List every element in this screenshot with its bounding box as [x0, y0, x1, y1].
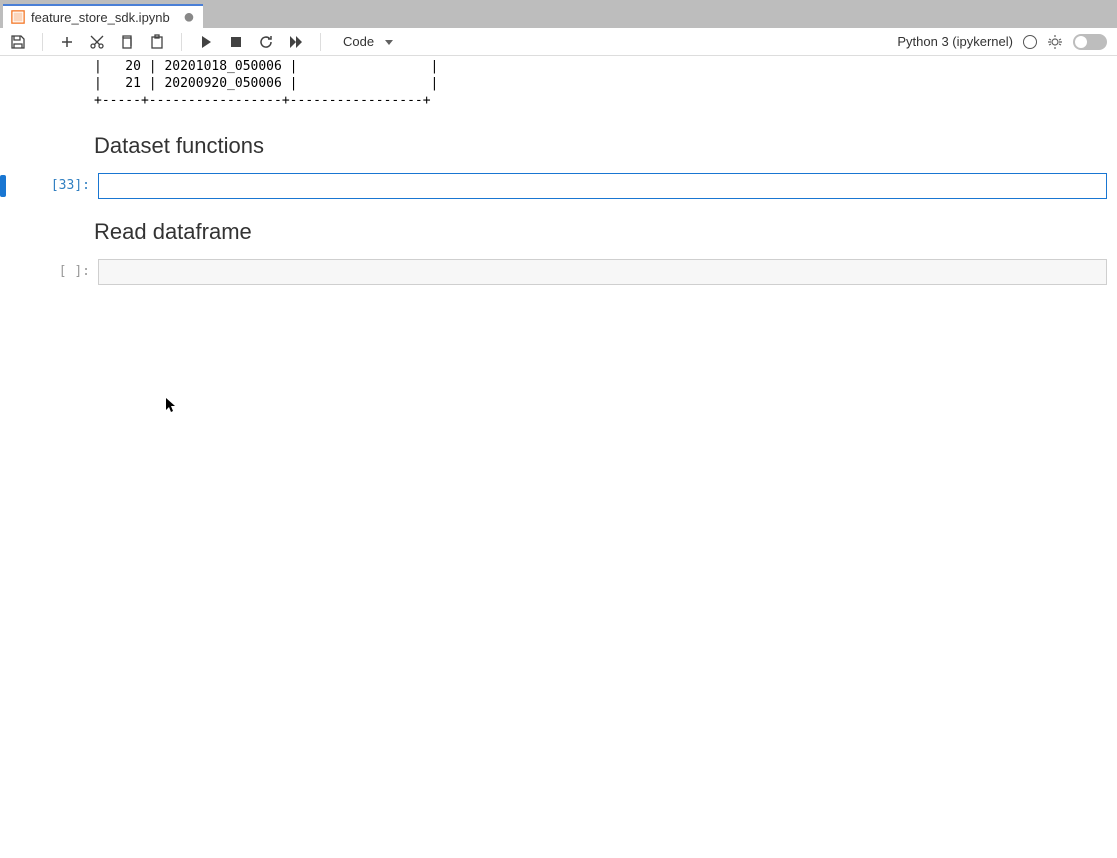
cell-prompt: [ ]: — [16, 259, 98, 285]
tab-dirty-indicator: ● — [183, 7, 195, 27]
code-cell[interactable]: [ ]: — [0, 257, 1117, 287]
code-input[interactable] — [98, 173, 1107, 199]
cell-output: | 20 | 20201018_050006 | | | 21 | 202009… — [0, 58, 1117, 109]
kernel-status-icon[interactable] — [1023, 35, 1037, 49]
code-cell[interactable]: [33]: — [0, 171, 1117, 201]
tab-bar: feature_store_sdk.ipynb ● — [0, 3, 1117, 28]
notebook-scroll-area[interactable]: | 20 | 20201018_050006 | | | 21 | 202009… — [0, 56, 1117, 858]
heading-read-dataframe: Read dataframe — [0, 219, 1117, 245]
notebook-icon — [11, 10, 25, 24]
cell-type-select[interactable]: Code — [337, 32, 399, 51]
save-button[interactable] — [10, 34, 26, 50]
run-button[interactable] — [198, 34, 214, 50]
kernel-name[interactable]: Python 3 (ipykernel) — [897, 34, 1013, 49]
cell-prompt: [33]: — [16, 173, 98, 199]
restart-button[interactable] — [258, 34, 274, 50]
paste-button[interactable] — [149, 34, 165, 50]
copy-button[interactable] — [119, 34, 135, 50]
heading-dataset-functions: Dataset functions — [0, 133, 1117, 159]
add-cell-button[interactable] — [59, 34, 75, 50]
tab-title: feature_store_sdk.ipynb — [31, 10, 170, 25]
cell-type-select-wrap[interactable]: Code — [337, 32, 399, 51]
mode-toggle[interactable] — [1073, 34, 1107, 50]
notebook-tab[interactable]: feature_store_sdk.ipynb ● — [3, 4, 203, 28]
code-input[interactable] — [98, 259, 1107, 285]
run-all-button[interactable] — [288, 34, 304, 50]
cut-button[interactable] — [89, 34, 105, 50]
toolbar: Code Python 3 (ipykernel) — [0, 28, 1117, 56]
stop-button[interactable] — [228, 34, 244, 50]
debug-icon[interactable] — [1047, 34, 1063, 50]
